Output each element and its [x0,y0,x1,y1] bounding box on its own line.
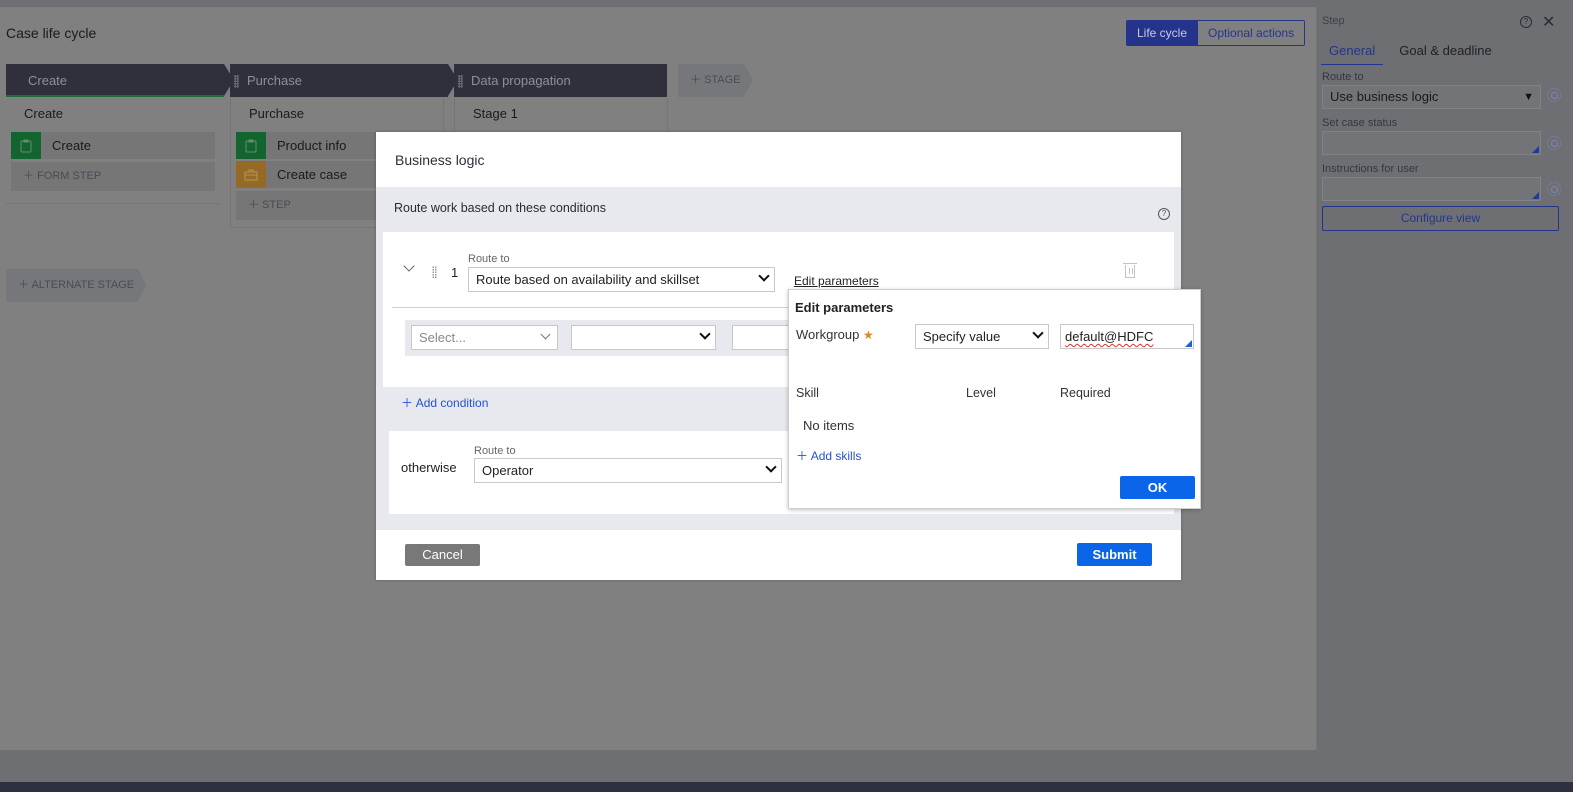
otherwise-route-select[interactable]: Operator [474,458,782,483]
popover-title: Edit parameters [795,300,894,315]
otherwise-label: otherwise [401,460,457,475]
help-icon[interactable]: ? [1520,16,1532,28]
workgroup-mode-value: Specify value [923,329,1001,344]
chevron-down-icon [540,329,551,340]
chevron-down-icon [765,461,777,473]
clipboard-icon [11,132,41,159]
edit-parameters-link[interactable]: Edit parameters [794,274,879,288]
bottom-strip [0,750,1573,782]
drag-handle-icon[interactable] [432,266,437,278]
tab-goal-deadline[interactable]: Goal & deadline [1383,39,1500,65]
modal-footer: Cancel Submit [376,530,1181,580]
add-stage-button[interactable]: ＋ STAGE [678,64,753,97]
case-status-label: Set case status [1322,117,1398,129]
autocomplete-corner-icon [1532,192,1539,199]
add-stage-label: STAGE [704,74,741,86]
operator-select[interactable] [571,325,716,350]
briefcase-icon [236,161,266,188]
chevron-down-icon [1032,327,1044,339]
stage-name: Data propagation [471,73,571,88]
add-step-label: FORM STEP [37,170,102,182]
drag-handle-icon[interactable] [458,75,463,89]
tab-general[interactable]: General [1321,39,1384,65]
cancel-button[interactable]: Cancel [405,544,480,566]
field-select[interactable]: Select... [411,325,558,350]
add-condition-link[interactable]: ＋ Add condition [401,394,488,411]
configure-view-button[interactable]: Configure view [1322,206,1559,231]
empty-state-text: No items [803,418,855,433]
stage-data-propagation[interactable]: Data propagation [454,64,667,97]
route-to-label: Route to [468,253,510,265]
add-condition-label: Add condition [415,396,489,410]
edit-parameters-popover: Edit parameters Workgroup ★ Specify valu… [788,289,1201,509]
route-to-value: Route based on availability and skillset [476,272,700,287]
modal-title: Business logic [395,152,485,168]
step-properties-panel: Step ? ✕ General Goal & deadline Route t… [1316,7,1567,750]
gear-icon[interactable] [1547,136,1561,150]
autocomplete-corner-icon [1532,146,1539,153]
gear-icon[interactable] [1547,88,1561,102]
required-star-icon: ★ [862,328,874,342]
chevron-down-icon: ▼ [1523,91,1534,103]
column-header-skill: Skill [796,386,819,400]
trash-icon[interactable] [1123,263,1137,278]
view-toggle: Life cycle Optional actions [1126,20,1306,46]
field-placeholder: Select... [419,330,466,345]
panel-title: Step [1322,15,1345,27]
process-title: Purchase [249,106,304,121]
stage-create[interactable]: Create [6,64,234,97]
life-cycle-tab[interactable]: Life cycle [1127,21,1198,45]
stage-purchase[interactable]: Purchase [230,64,458,97]
add-skills-link[interactable]: ＋ Add skills [796,447,861,464]
workgroup-mode-select[interactable]: Specify value [915,324,1049,349]
clipboard-icon [236,132,266,159]
ok-button[interactable]: OK [1120,476,1195,499]
add-alternate-stage-label: ALTERNATE STAGE [31,279,135,291]
case-status-input[interactable] [1322,131,1541,155]
workgroup-value: default@HDFC [1065,329,1154,344]
add-skills-label: Add skills [810,449,862,463]
route-to-value: Use business logic [1330,89,1439,104]
help-icon[interactable]: ? [1158,208,1170,220]
column-header-required: Required [1060,386,1111,400]
submit-button[interactable]: Submit [1077,543,1152,566]
stage-name: Purchase [247,73,302,88]
chevron-down-icon[interactable] [403,260,415,272]
add-form-step-button[interactable]: ＋ FORM STEP [11,162,215,191]
taskbar [0,782,1573,792]
process-title: Stage 1 [473,106,518,121]
workgroup-label: Workgroup ★ [796,327,874,342]
section-label: Route work based on these conditions [394,201,606,215]
process-column-create: Create Create ＋ FORM STEP [6,98,220,204]
instructions-label: Instructions for user [1322,163,1419,175]
page-title: Case life cycle [6,25,97,41]
workgroup-label-text: Workgroup [796,327,860,342]
otherwise-route-value: Operator [482,463,534,478]
route-to-select[interactable]: Use business logic ▼ [1322,85,1541,109]
add-step-label: STEP [262,199,291,211]
column-header-level: Level [966,386,996,400]
route-to-label: Route to [474,445,516,457]
panel-tabs: General Goal & deadline [1321,39,1500,65]
process-title: Create [24,106,64,121]
chevron-down-icon [758,270,770,282]
condition-number: 1 [451,265,459,280]
stage-name: Create [28,73,68,88]
optional-actions-tab[interactable]: Optional actions [1197,21,1304,45]
chevron-down-icon [699,328,711,340]
drag-handle-icon[interactable] [234,75,239,89]
top-strip [0,0,1573,7]
route-to-label: Route to [1322,71,1364,83]
workgroup-value-input[interactable]: default@HDFC [1060,324,1194,349]
route-to-select[interactable]: Route based on availability and skillset [468,267,775,292]
close-icon[interactable]: ✕ [1542,12,1555,32]
step-create[interactable]: Create [11,132,215,159]
autocomplete-corner-icon [1185,340,1192,347]
gear-icon[interactable] [1547,182,1561,196]
add-alternate-stage-button[interactable]: ＋ ALTERNATE STAGE [6,269,146,302]
instructions-input[interactable] [1322,177,1541,201]
